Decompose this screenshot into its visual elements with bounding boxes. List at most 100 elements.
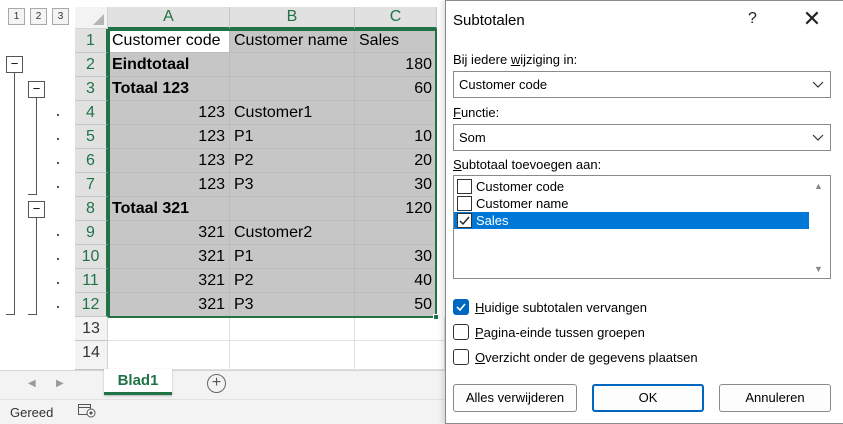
cell-a8[interactable]: Totaal 321	[108, 197, 230, 221]
cell-c10[interactable]: 30	[355, 245, 437, 269]
cell-c11[interactable]: 40	[355, 269, 437, 293]
row-header[interactable]: 14	[75, 341, 108, 370]
cell-a9[interactable]: 321	[108, 221, 230, 245]
collapse-group-321-button[interactable]: −	[28, 201, 45, 218]
cell-c7[interactable]: 30	[355, 173, 437, 197]
help-icon[interactable]: ?	[748, 10, 757, 28]
cell-b4[interactable]: Customer1	[230, 101, 355, 125]
outline-level-3-button[interactable]: 3	[52, 8, 69, 25]
remove-all-button[interactable]: Alles verwijderen	[453, 384, 577, 412]
outline-level-1-button[interactable]: 1	[8, 8, 25, 25]
cell-a10[interactable]: 321	[108, 245, 230, 269]
column-header-b[interactable]: B	[230, 7, 355, 29]
cell-a3[interactable]: Totaal 123	[108, 77, 230, 101]
row-header[interactable]: 1	[75, 29, 108, 53]
row-header[interactable]: 2	[75, 53, 108, 77]
checkbox-customer-name[interactable]	[457, 196, 472, 211]
cell-c4[interactable]	[355, 101, 437, 125]
cell-b3[interactable]	[230, 77, 355, 101]
cell-b1[interactable]: Customer name	[230, 29, 355, 53]
outline-dot	[57, 282, 59, 284]
row-header[interactable]: 10	[75, 245, 108, 269]
cell-c12[interactable]: 50	[355, 293, 437, 317]
collapse-group-123-button[interactable]: −	[28, 81, 45, 98]
fill-handle[interactable]	[433, 314, 439, 320]
list-item-customer-name[interactable]: Customer name	[454, 195, 809, 212]
cell-c14[interactable]	[355, 341, 445, 370]
cell-c13[interactable]	[355, 317, 445, 341]
list-item-sales[interactable]: Sales	[454, 212, 809, 229]
outline-line-group-321	[36, 218, 37, 315]
cell-c1[interactable]: Sales	[355, 29, 437, 53]
cancel-button[interactable]: Annuleren	[719, 384, 831, 412]
cell-b14[interactable]	[230, 341, 355, 370]
sheet-tab-blad1[interactable]: Blad1	[104, 369, 172, 395]
function-select[interactable]: Som	[453, 124, 831, 151]
row-header[interactable]: 8	[75, 197, 108, 221]
row-header[interactable]: 13	[75, 317, 108, 341]
row-header[interactable]: 9	[75, 221, 108, 245]
scroll-down-arrow-icon[interactable]: ▼	[814, 264, 823, 274]
cell-b8[interactable]	[230, 197, 355, 221]
outline-area: 1 2 3 − − −	[0, 0, 75, 370]
cell-c3[interactable]: 60	[355, 77, 437, 101]
outline-level-2-button[interactable]: 2	[30, 8, 47, 25]
cell-b12[interactable]: P3	[230, 293, 355, 317]
outline-line-level1	[14, 73, 15, 315]
row-header[interactable]: 5	[75, 125, 108, 149]
column-header-c[interactable]: C	[355, 7, 437, 29]
change-in-select[interactable]: Customer code	[453, 71, 831, 98]
cell-b10[interactable]: P1	[230, 245, 355, 269]
checkbox-replace-current[interactable]	[453, 299, 469, 315]
cell-a6[interactable]: 123	[108, 149, 230, 173]
column-header-a[interactable]: A	[108, 7, 230, 29]
cell-b9[interactable]: Customer2	[230, 221, 355, 245]
cell-b2[interactable]	[230, 53, 355, 77]
select-all-button[interactable]	[75, 7, 108, 29]
cell-c8[interactable]: 120	[355, 197, 437, 221]
cell-a5[interactable]: 123	[108, 125, 230, 149]
cell-c5[interactable]: 10	[355, 125, 437, 149]
row-header[interactable]: 12	[75, 293, 108, 317]
cell-a14[interactable]	[108, 341, 230, 370]
row-header[interactable]: 7	[75, 173, 108, 197]
cell-b6[interactable]: P2	[230, 149, 355, 173]
cell-b11[interactable]: P2	[230, 269, 355, 293]
close-icon[interactable]: ✕	[798, 6, 826, 34]
checkbox-page-break[interactable]	[453, 324, 469, 340]
cell-b7[interactable]: P3	[230, 173, 355, 197]
function-value: Som	[459, 130, 486, 145]
prev-sheet-arrow-icon[interactable]: ◀	[28, 378, 36, 389]
checkbox-summary-below[interactable]	[453, 349, 469, 365]
checkbox-sales[interactable]	[457, 213, 472, 228]
row-header[interactable]: 3	[75, 77, 108, 101]
next-sheet-arrow-icon[interactable]: ▶	[56, 378, 64, 389]
function-label: Functie:	[453, 105, 500, 120]
cell-b13[interactable]	[230, 317, 355, 341]
cell-a4[interactable]: 123	[108, 101, 230, 125]
cell-a7[interactable]: 123	[108, 173, 230, 197]
checkbox-customer-code[interactable]	[457, 179, 472, 194]
cell-c6[interactable]: 20	[355, 149, 437, 173]
outline-dot	[57, 258, 59, 260]
listbox-scrollbar[interactable]	[809, 176, 830, 278]
cell-b5[interactable]: P1	[230, 125, 355, 149]
cell-c2[interactable]: 180	[355, 53, 437, 77]
add-subtotal-label: Subtotaal toevoegen aan:	[453, 157, 602, 172]
cell-a12[interactable]: 321	[108, 293, 230, 317]
cell-a11[interactable]: 321	[108, 269, 230, 293]
row-header[interactable]: 11	[75, 269, 108, 293]
list-item-customer-code[interactable]: Customer code	[454, 178, 809, 195]
collapse-level1-button[interactable]: −	[6, 56, 23, 73]
row-header[interactable]: 6	[75, 149, 108, 173]
row-header[interactable]: 4	[75, 101, 108, 125]
macro-recording-icon[interactable]	[78, 404, 96, 418]
cell-a1[interactable]: Customer code	[108, 29, 230, 53]
add-sheet-icon[interactable]: +	[207, 374, 226, 393]
ok-button[interactable]: OK	[592, 384, 704, 412]
outline-dot	[57, 138, 59, 140]
cell-a2[interactable]: Eindtotaal	[108, 53, 230, 77]
scroll-up-arrow-icon[interactable]: ▲	[814, 181, 823, 191]
cell-a13[interactable]	[108, 317, 230, 341]
cell-c9[interactable]	[355, 221, 437, 245]
